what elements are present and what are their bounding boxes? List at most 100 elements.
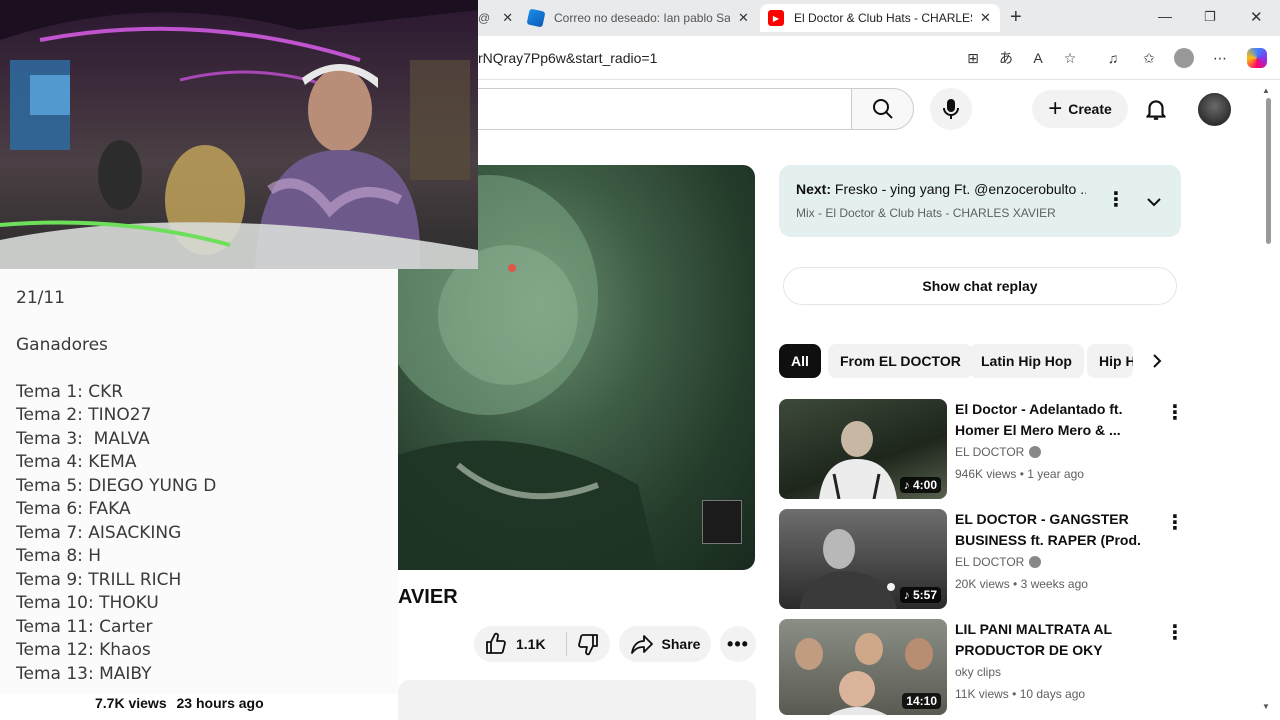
plus-icon: + — [1048, 95, 1063, 122]
close-icon[interactable]: ✕ — [738, 10, 749, 26]
chip-all[interactable]: All — [779, 344, 821, 378]
video-thumbnail[interactable]: ♪ 4:00 — [779, 399, 947, 499]
tab-outlook[interactable]: Correo no deseado: Ian pablo Sal ✕ — [526, 4, 754, 32]
chip-latin-hip-hop[interactable]: Latin Hip Hop — [969, 344, 1084, 378]
recommendation-meta: 946K views • 1 year ago — [955, 467, 1084, 481]
create-label: Create — [1068, 101, 1112, 117]
recommendation-title[interactable]: EL DOCTOR - GANGSTER BUSINESS ft. RAPER … — [955, 509, 1145, 551]
favorites-icon[interactable]: ✩ — [1138, 47, 1160, 69]
more-menu-icon[interactable]: ⋯ — [1209, 47, 1231, 69]
profile-icon[interactable] — [1173, 47, 1195, 69]
scroll-down-icon[interactable]: ▼ — [1262, 702, 1270, 711]
duration-text: 4:00 — [912, 478, 937, 492]
chevron-right-icon[interactable] — [1148, 352, 1166, 370]
outlook-icon — [526, 8, 546, 28]
recommendation-title[interactable]: El Doctor - Adelantado ft. Homer El Mero… — [955, 399, 1145, 441]
music-note-icon: ♪ — [903, 588, 913, 602]
notes-item: Tema 6: FAKA — [16, 499, 131, 519]
notes-item: Tema 4: KEMA — [16, 452, 137, 472]
verified-badge-icon — [1029, 556, 1042, 568]
thumbs-up-icon — [486, 632, 506, 654]
thumbs-down-icon — [578, 634, 598, 656]
chevron-down-icon[interactable] — [1145, 193, 1163, 211]
streamer-webcam — [0, 0, 478, 269]
notes-item: Tema 9: TRILL RICH — [16, 570, 182, 590]
music-note-icon: ♪ — [903, 478, 913, 492]
notes-item: Tema 12: Khaos — [16, 640, 151, 660]
share-button[interactable]: Share — [619, 626, 711, 662]
search-button[interactable] — [851, 88, 914, 130]
notifications-bell-icon[interactable] — [1143, 96, 1169, 122]
description-box[interactable] — [398, 680, 756, 720]
chat-replay-label: Show chat replay — [922, 278, 1038, 294]
duration-text: 14:10 — [906, 694, 937, 708]
tab-title: El Doctor & Club Hats - CHARLES — [794, 11, 972, 25]
recommendation-meta: 20K views • 3 weeks ago — [955, 577, 1088, 591]
close-icon[interactable]: ✕ — [980, 10, 991, 26]
recommendation-meta: 11K views • 10 days ago — [955, 687, 1086, 701]
close-icon[interactable]: ✕ — [502, 10, 513, 26]
search-input[interactable] — [478, 88, 852, 130]
webcam-image — [0, 0, 478, 269]
tab-title: Correo no deseado: Ian pablo Sal — [554, 11, 730, 25]
minimize-icon[interactable]: — — [1158, 8, 1172, 24]
extension-icon[interactable]: ♫ — [1102, 47, 1124, 69]
tab-mail[interactable]: @ ✕ — [478, 4, 518, 32]
recommendation-channel[interactable]: oky clips — [955, 665, 1001, 679]
more-options-icon[interactable]: ⋮ — [1165, 623, 1185, 643]
views-text: 946K views — [955, 467, 1017, 481]
translate-icon[interactable]: あ — [995, 47, 1017, 69]
favorite-star-icon[interactable]: ☆ — [1059, 47, 1081, 69]
read-aloud-icon[interactable]: A — [1027, 47, 1049, 69]
recommendation-channel[interactable]: EL DOCTOR — [955, 555, 1042, 569]
duration-badge: ♪ 5:57 — [899, 587, 941, 603]
channel-name: EL DOCTOR — [955, 445, 1025, 459]
next-up-mix: Mix - El Doctor & Club Hats - CHARLES XA… — [796, 206, 1056, 220]
new-tab-icon[interactable]: + — [1010, 6, 1022, 29]
chip-from-el-doctor[interactable]: From EL DOCTOR — [828, 344, 973, 378]
show-chat-replay-button[interactable]: Show chat replay — [783, 267, 1177, 305]
chip-hip-hop[interactable]: Hip H — [1087, 344, 1133, 378]
recommendation-channel[interactable]: EL DOCTOR — [955, 445, 1042, 459]
views-text: 20K views — [955, 577, 1010, 591]
url-text[interactable]: rNQray7Pp6w&start_radio=1 — [478, 50, 657, 66]
notes-item: Tema 5: DIEGO YUNG D — [16, 476, 217, 496]
more-options-icon[interactable]: ⋮ — [1165, 403, 1185, 423]
playlist-menu-icon[interactable]: ⋮ — [1106, 190, 1126, 210]
recommendation-item[interactable]: 14:10 LIL PANI MALTRATA AL PRODUCTOR DE … — [779, 619, 1185, 715]
views-text: 11K views — [955, 687, 1009, 701]
notes-item: Tema 10: THOKU — [16, 593, 159, 613]
notes-item: Tema 1: CKR — [16, 382, 124, 402]
create-button[interactable]: + Create — [1032, 90, 1128, 128]
notes-heading: Ganadores — [16, 335, 108, 355]
recommendation-item[interactable]: ♪ 5:57 EL DOCTOR - GANGSTER BUSINESS ft.… — [779, 509, 1185, 609]
app-grid-icon[interactable]: ⊞ — [962, 47, 984, 69]
like-dislike-group: 1.1K — [474, 626, 610, 662]
voice-search-button[interactable] — [930, 88, 972, 130]
channel-name: oky clips — [955, 665, 1002, 679]
scrollbar-thumb[interactable] — [1266, 98, 1271, 244]
copilot-icon[interactable] — [1246, 47, 1268, 69]
winners-notes-panel: 21/11 Ganadores Tema 1: CKR Tema 2: TINO… — [0, 269, 398, 694]
video-thumbnail[interactable]: ♪ 5:57 — [779, 509, 947, 609]
youtube-icon: ▶ — [768, 10, 784, 26]
like-button[interactable]: 1.1K — [474, 632, 566, 656]
recommendation-title[interactable]: LIL PANI MALTRATA AL PRODUCTOR DE OKY — [955, 619, 1145, 661]
video-thumbnail[interactable]: 14:10 — [779, 619, 947, 715]
video-title: AVIER — [398, 586, 458, 608]
scroll-up-icon[interactable]: ▲ — [1262, 86, 1270, 95]
age-text: 1 year ago — [1027, 467, 1084, 481]
next-label: Next: — [796, 181, 832, 197]
tab-title: @ — [478, 11, 491, 25]
duration-badge: 14:10 — [902, 693, 941, 709]
more-options-icon[interactable]: ⋮ — [1165, 513, 1185, 533]
next-up-title[interactable]: Next: Fresko - ying yang Ft. @enzocerobu… — [796, 181, 1086, 197]
recommendation-item[interactable]: ♪ 4:00 El Doctor - Adelantado ft. Homer … — [779, 399, 1185, 499]
account-avatar[interactable] — [1198, 93, 1231, 126]
restore-icon[interactable]: ❐ — [1204, 9, 1216, 25]
video-views-line: 7.7K views 23 hours ago — [95, 695, 264, 711]
dislike-button[interactable] — [567, 632, 609, 656]
more-actions-button[interactable]: ••• — [720, 626, 756, 662]
window-close-icon[interactable]: ✕ — [1250, 8, 1263, 26]
tab-youtube[interactable]: ▶ El Doctor & Club Hats - CHARLES ✕ — [760, 4, 1000, 32]
